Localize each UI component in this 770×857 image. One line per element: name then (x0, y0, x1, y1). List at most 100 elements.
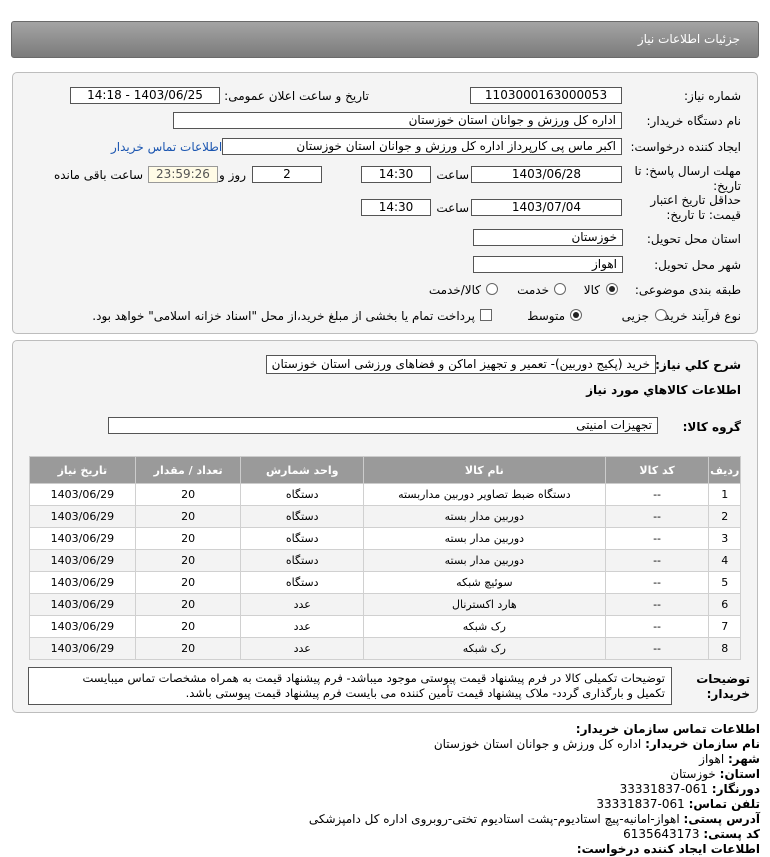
category-radio-service[interactable] (554, 283, 566, 295)
category-radio-goods[interactable] (606, 283, 618, 295)
cell-qty: 20 (134, 593, 242, 616)
cell-row: 1 (708, 483, 741, 506)
contact-org-row: نام سازمان خریدار: اداره کل ورزش و جوانا… (8, 737, 760, 752)
cell-code: -- (604, 505, 710, 528)
goods-table-header: ردیف کد کالا نام کالا واحد شمارش تعداد /… (29, 456, 741, 484)
contact-phone-row: تلفن تماس: 061-33331837 (8, 797, 760, 812)
buyer-org-label: نام دستگاه خریدار: (646, 114, 742, 128)
buyer-notes-label: توضیحات خریدار: (696, 672, 750, 701)
category-radio-both[interactable] (486, 283, 498, 295)
category-option-both: کالا/خدمت (428, 283, 481, 297)
buyer-org-field[interactable]: اداره کل ورزش و جوانان استان خوزستان (173, 112, 622, 129)
cell-name: دوربین مدار بسته (362, 549, 606, 572)
contact-title: اطلاعات تماس سازمان خریدار: (575, 722, 760, 736)
cell-row: 5 (708, 571, 741, 594)
category-option-goods: کالا (583, 283, 600, 297)
deadline-label: مهلت ارسال پاسخ: تا تاریخ: (634, 164, 741, 193)
contact-province: خوزستان (670, 767, 716, 781)
cell-code: -- (604, 615, 710, 638)
buyer-contact-link[interactable]: اطلاعات تماس خریدار (111, 140, 222, 154)
cell-unit: عدد (240, 593, 364, 616)
announce-field[interactable]: 1403/06/25 - 14:18 (70, 87, 220, 104)
col-code-header: کد کالا (604, 456, 710, 484)
days-field[interactable]: 2 (252, 166, 322, 183)
price-validity-time-field[interactable]: 14:30 (361, 199, 431, 216)
treasury-payment-note: پرداخت تمام یا بخشی از مبلغ خرید،از محل … (92, 309, 475, 323)
cell-row: 6 (708, 593, 741, 616)
cell-code: -- (604, 571, 710, 594)
col-name-header: نام کالا (362, 456, 606, 484)
price-validity-time-label: ساعت (436, 201, 469, 215)
cell-qty: 20 (134, 483, 242, 506)
days-label: روز و (219, 168, 246, 182)
table-row: 5 -- سوئیچ شبکه دستگاه 20 1403/06/29 (29, 571, 741, 594)
creator-label: ایجاد کننده درخواست: (630, 140, 741, 154)
process-radio-medium[interactable] (570, 309, 582, 321)
cell-date: 1403/06/29 (29, 549, 136, 572)
province-field[interactable]: خوزستان (473, 229, 623, 246)
deadline-time-label: ساعت (436, 168, 469, 182)
cell-unit: عدد (240, 637, 364, 660)
province-label: استان محل تحویل: (646, 232, 741, 246)
contact-province-label: استان: (719, 767, 760, 781)
contact-postal-label: کد پستی: (703, 827, 760, 841)
contact-fax-label: دورنگار: (711, 782, 760, 796)
col-row-header: ردیف (708, 456, 741, 484)
cell-qty: 20 (134, 571, 242, 594)
need-number-field[interactable]: 1103000163000053 (470, 87, 622, 104)
city-field[interactable]: اهواز (473, 256, 623, 273)
process-radio-minor[interactable] (655, 309, 667, 321)
cell-name: دستگاه ضبط تصاویر دوربین مداربسته (362, 483, 606, 506)
cell-code: -- (604, 527, 710, 550)
cell-date: 1403/06/29 (29, 637, 136, 660)
contact-postal-row: کد پستی: 6135643173 (8, 827, 760, 842)
need-number-label: شماره نیاز: (684, 89, 741, 103)
contact-province-row: استان: خوزستان (8, 767, 760, 782)
buyer-notes-line1: توضیحات تکمیلی کالا در فرم پیشنهاد قیمت … (82, 671, 665, 685)
cell-qty: 20 (134, 615, 242, 638)
cell-code: -- (604, 637, 710, 660)
cell-qty: 20 (134, 505, 242, 528)
cell-row: 7 (708, 615, 741, 638)
price-validity-label: حداقل تاریخ اعتبار قیمت: تا تاریخ: (650, 193, 741, 222)
col-unit-header: واحد شمارش (240, 456, 364, 484)
buyer-notes-line2: تکمیل و بارگذاری گردد- ملاک پیشنهاد قیمت… (185, 686, 665, 700)
cell-qty: 20 (134, 527, 242, 550)
treasury-payment-checkbox[interactable] (480, 309, 492, 321)
contact-address: اهواز-امانیه-پیچ استادیوم-پشت استادیوم ت… (308, 812, 680, 826)
cell-name: دوربین مدار بسته (362, 505, 606, 528)
page-title: جزئیات اطلاعات نیاز (637, 32, 740, 46)
goods-group-field[interactable]: تجهیزات امنیتی (108, 417, 658, 434)
remaining-label: ساعت باقی مانده (53, 168, 143, 182)
goods-section-title: اطلاعات کالاهاي مورد نياز (586, 383, 741, 397)
cell-name: رک شبکه (362, 615, 606, 638)
remaining-time-field: 23:59:26 (148, 166, 218, 183)
cell-date: 1403/06/29 (29, 483, 136, 506)
contact-org: اداره کل ورزش و جوانان استان خوزستان (433, 737, 642, 751)
cell-qty: 20 (134, 549, 242, 572)
deadline-time-field[interactable]: 14:30 (361, 166, 431, 183)
creator-info-title: اطلاعات ایجاد کننده درخواست: (576, 842, 760, 856)
cell-date: 1403/06/29 (29, 571, 136, 594)
process-label: نوع فرآیند خرید : (656, 309, 741, 323)
table-row: 6 -- هارد اکسترنال عدد 20 1403/06/29 (29, 593, 741, 616)
contact-city: اهواز (699, 752, 725, 766)
city-label: شهر محل تحویل: (654, 258, 741, 272)
creator-field[interactable]: اکبر ماس پی کارپرداز اداره کل ورزش و جوا… (222, 138, 622, 155)
table-row: 3 -- دوربین مدار بسته دستگاه 20 1403/06/29 (29, 527, 741, 550)
page-header: جزئیات اطلاعات نیاز (11, 21, 759, 58)
price-validity-date-field[interactable]: 1403/07/04 (471, 199, 622, 216)
contact-fax: 061-33331837 (619, 782, 708, 796)
cell-unit: دستگاه (240, 483, 364, 506)
description-field[interactable]: خرید (پکیج دوربین)- تعمیر و تجهیز اماکن … (266, 355, 656, 374)
cell-date: 1403/06/29 (29, 527, 136, 550)
cell-qty: 20 (134, 637, 242, 660)
table-row: 4 -- دوربین مدار بسته دستگاه 20 1403/06/29 (29, 549, 741, 572)
table-row: 8 -- رک شبکه عدد 20 1403/06/29 (29, 637, 741, 660)
cell-name: رک شبکه (362, 637, 606, 660)
contact-phone-label: تلفن تماس: (688, 797, 760, 811)
deadline-date-field[interactable]: 1403/06/28 (471, 166, 622, 183)
buyer-notes-box: توضیحات تکمیلی کالا در فرم پیشنهاد قیمت … (28, 667, 672, 705)
cell-unit: دستگاه (240, 549, 364, 572)
cell-unit: عدد (240, 615, 364, 638)
